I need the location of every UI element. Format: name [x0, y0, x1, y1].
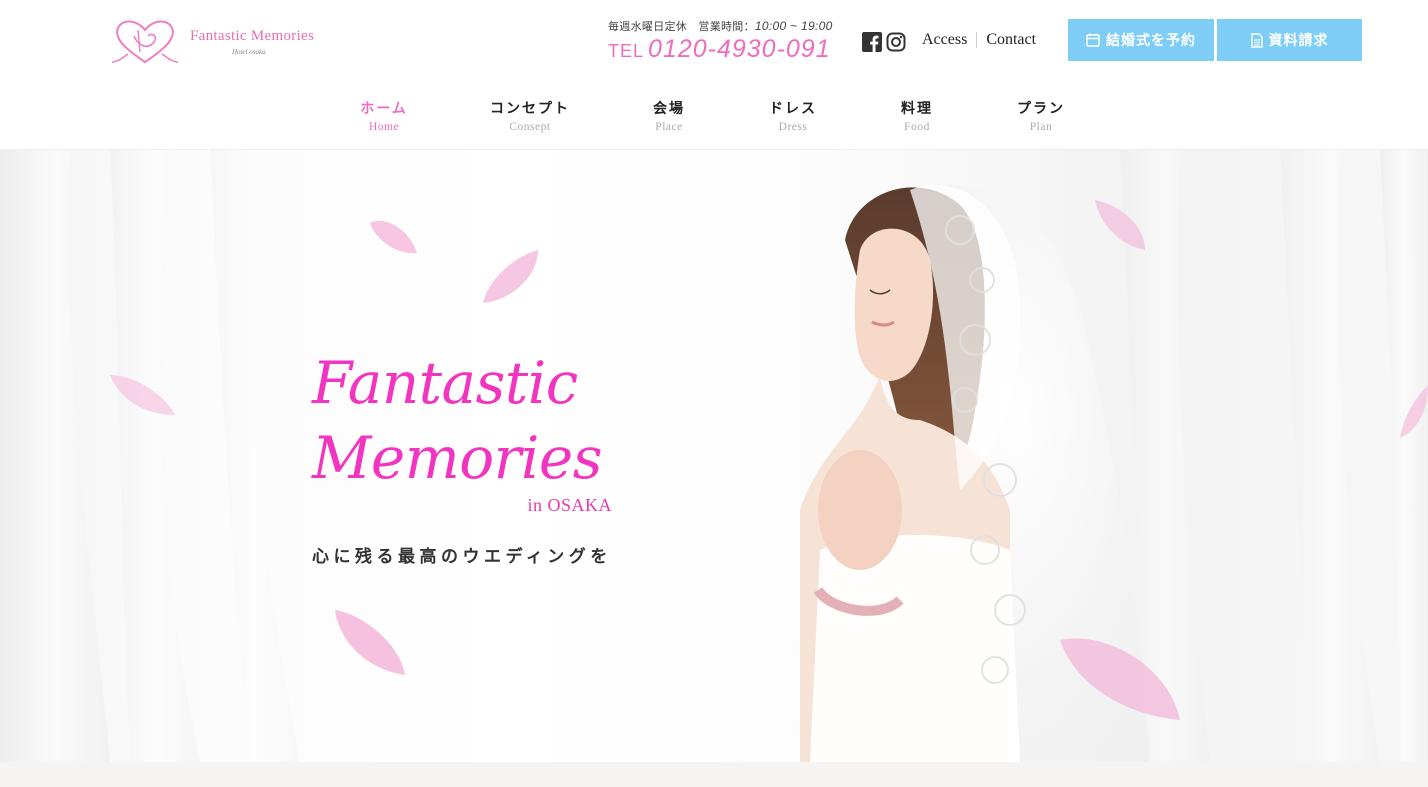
calendar-icon — [1086, 33, 1100, 47]
reserve-wedding-button[interactable]: 結婚式を予約 — [1068, 19, 1214, 61]
hero-title: Fantastic Memories — [312, 350, 642, 491]
nav-label-jp: 会場 — [653, 101, 685, 117]
request-documents-button[interactable]: 資料請求 — [1217, 19, 1362, 61]
site-logo[interactable]: Fantastic Memories Hotel osaka — [110, 16, 350, 68]
nav-item-place[interactable]: 会場 Place — [653, 98, 685, 133]
hero-catchphrase: 心に残る最高のウエディングを — [312, 547, 612, 568]
nav-label-en: Dress — [778, 121, 808, 133]
business-hours: 毎週水曜日定休 営業時間：10:00 ~ 19:00 — [608, 18, 858, 34]
petal-decoration — [370, 220, 417, 254]
nav-label-jp: ホーム — [360, 101, 408, 117]
hours-time: 10:00 ~ 19:00 — [754, 19, 833, 33]
next-section-edge — [0, 762, 1428, 787]
nav-label-jp: コンセプト — [490, 101, 570, 117]
tel-label: TEL — [608, 41, 645, 61]
nav-item-concept[interactable]: コンセプト Consept — [490, 98, 570, 133]
hero-section: Fantastic Memories in OSAKA 心に残る最高のウエディン… — [0, 150, 1428, 762]
nav-label-en: Home — [368, 121, 400, 133]
nav-item-home[interactable]: ホーム Home — [360, 98, 408, 133]
facebook-icon[interactable] — [862, 32, 882, 52]
nav-label-jp: ドレス — [769, 101, 817, 117]
document-icon — [1250, 32, 1263, 48]
hero-title-line1: Fantastic — [312, 349, 578, 417]
nav-label-jp: 料理 — [901, 101, 933, 117]
top-links: Access Contact — [922, 31, 1036, 49]
nav-label-en: Consept — [509, 121, 551, 133]
logo-name: Fantastic Memories — [190, 28, 315, 44]
hero-copy: Fantastic Memories in OSAKA 心に残る最高のウエディン… — [312, 350, 642, 568]
reserve-button-label: 結婚式を予約 — [1106, 33, 1196, 49]
link-divider — [976, 32, 978, 48]
curtain-left — [0, 150, 300, 762]
nav-item-dress[interactable]: ドレス Dress — [769, 98, 817, 133]
petal-decoration — [483, 250, 538, 303]
hero-location: in OSAKA — [527, 495, 612, 516]
tel-number: 0120-4930-091 — [648, 35, 831, 63]
petal-decoration — [1400, 385, 1428, 438]
hours-label: 毎週水曜日定休 営業時間： — [608, 20, 755, 33]
nav-label-en: Plan — [1029, 121, 1053, 133]
access-link[interactable]: Access — [922, 31, 967, 49]
contact-info: 毎週水曜日定休 営業時間：10:00 ~ 19:00 TEL 0120-4930-… — [608, 18, 858, 64]
docs-button-label: 資料請求 — [1268, 33, 1329, 49]
nav-item-plan[interactable]: プラン Plan — [1017, 98, 1065, 133]
logo-subtitle: Hotel osaka — [232, 48, 266, 56]
phone-number[interactable]: TEL 0120-4930-091 — [608, 35, 858, 64]
petal-decoration — [335, 610, 405, 675]
heart-logo-icon — [111, 20, 179, 64]
social-links — [862, 32, 906, 52]
main-nav: ホーム Home コンセプト Consept 会場 Place ドレス Dres… — [0, 98, 1428, 138]
nav-item-food[interactable]: 料理 Food — [901, 98, 933, 133]
nav-label-en: Place — [655, 121, 683, 133]
petal-decoration — [1095, 200, 1145, 250]
hero-title-line2: Memories — [312, 423, 603, 492]
instagram-icon[interactable] — [886, 32, 906, 52]
site-header: Fantastic Memories Hotel osaka 毎週水曜日定休 営… — [0, 0, 1428, 150]
contact-link[interactable]: Contact — [986, 31, 1036, 49]
petal-decoration — [110, 375, 175, 415]
nav-label-en: Food — [904, 121, 930, 133]
petal-decoration — [1060, 638, 1180, 720]
nav-label-jp: プラン — [1017, 101, 1065, 117]
